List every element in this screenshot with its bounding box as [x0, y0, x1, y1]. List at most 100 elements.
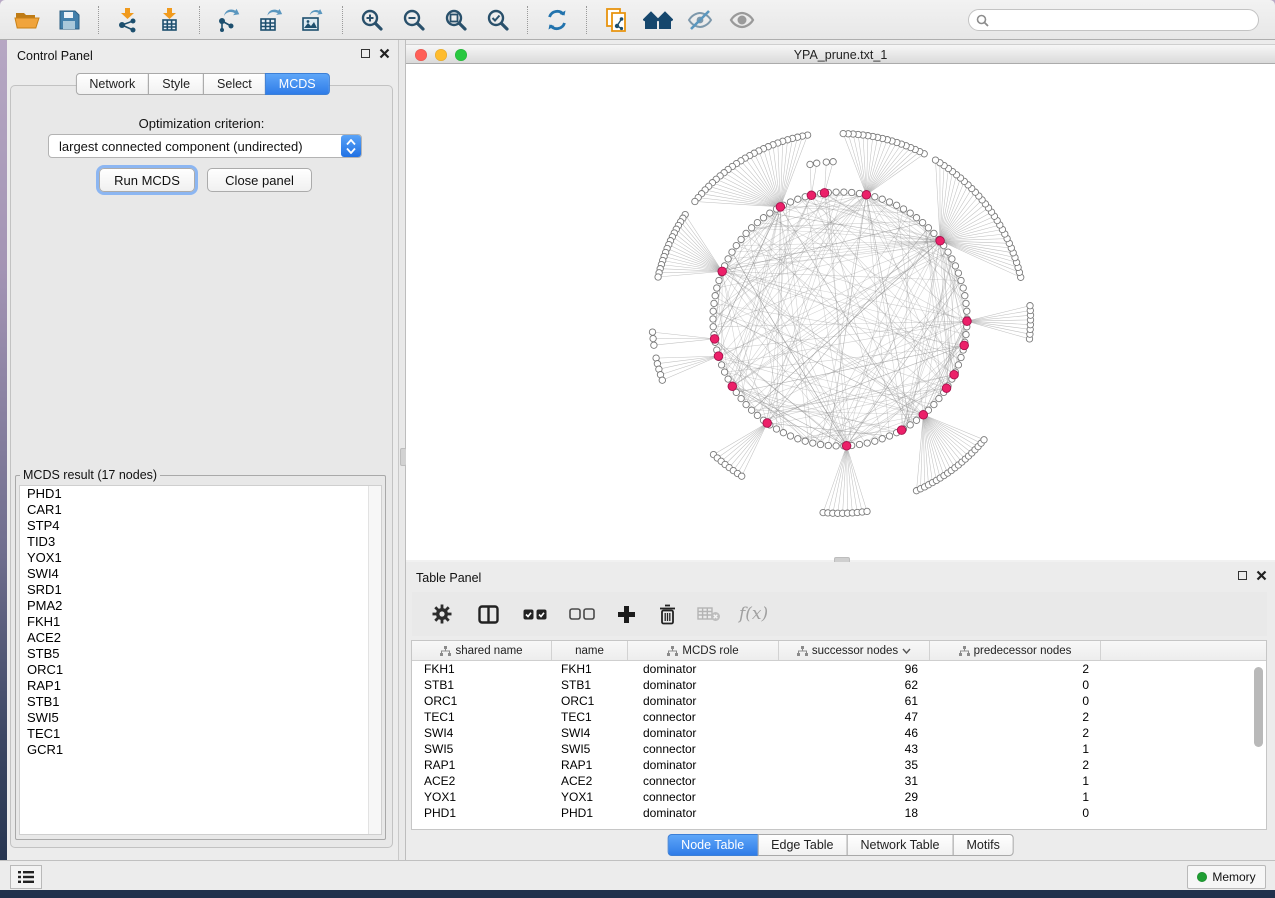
table-cell: 62: [779, 678, 930, 692]
first-neighbors-icon[interactable]: [641, 4, 675, 36]
table-row[interactable]: SWI5SWI5connector431: [412, 741, 1266, 757]
float-panel-icon[interactable]: [1238, 571, 1247, 580]
zoom-in-icon[interactable]: [355, 4, 389, 36]
table-settings-gear-icon[interactable]: [432, 602, 452, 626]
mcds-result-item[interactable]: RAP1: [20, 678, 381, 694]
table-scrollbar-thumb[interactable]: [1254, 667, 1263, 747]
mcds-result-item[interactable]: SRD1: [20, 582, 381, 598]
select-all-rows-icon[interactable]: [523, 602, 547, 626]
memory-button[interactable]: Memory: [1187, 865, 1266, 889]
table-row[interactable]: SWI4SWI4dominator462: [412, 725, 1266, 741]
hide-selected-icon[interactable]: [683, 4, 717, 36]
select-stepper-icon: [341, 135, 361, 157]
close-panel-button[interactable]: Close panel: [207, 168, 312, 192]
refresh-layout-icon[interactable]: [540, 4, 574, 36]
criterion-select[interactable]: largest connected component (undirected): [48, 134, 362, 158]
export-network-icon[interactable]: [212, 4, 246, 36]
mcds-result-item[interactable]: TEC1: [20, 726, 381, 742]
search-field[interactable]: [968, 9, 1259, 31]
export-image-icon[interactable]: [296, 4, 330, 36]
close-panel-icon[interactable]: [1256, 570, 1267, 581]
mcds-result-list[interactable]: PHD1CAR1STP4TID3YOX1SWI4SRD1PMA2FKH1ACE2…: [19, 485, 382, 835]
column-header-shared-name[interactable]: shared name: [412, 641, 552, 660]
mcds-result-item[interactable]: STP4: [20, 518, 381, 534]
mcds-result-item[interactable]: STB5: [20, 646, 381, 662]
mcds-result-item[interactable]: SWI4: [20, 566, 381, 582]
table-row[interactable]: ACE2ACE2connector311: [412, 773, 1266, 789]
mcds-result-item[interactable]: ORC1: [20, 662, 381, 678]
mcds-result-item[interactable]: STB1: [20, 694, 381, 710]
table-cell: YOX1: [412, 790, 552, 804]
table-cell: PHD1: [552, 806, 628, 820]
mcds-result-item[interactable]: ACE2: [20, 630, 381, 646]
control-panel-tabs: NetworkStyleSelectMCDS: [75, 73, 329, 95]
mcds-result-item[interactable]: SWI5: [20, 710, 381, 726]
table-cell: 61: [779, 694, 930, 708]
zoom-out-icon[interactable]: [397, 4, 431, 36]
column-header-MCDS-role[interactable]: MCDS role: [628, 641, 779, 660]
function-builder-icon[interactable]: f(x): [739, 602, 768, 626]
tab-network[interactable]: Network: [75, 73, 149, 95]
table-cell: 46: [779, 726, 930, 740]
add-column-icon[interactable]: [617, 602, 636, 626]
table-panel: Table Panel f(x) shared namenameMCDS: [406, 562, 1275, 860]
mcds-result-item[interactable]: GCR1: [20, 742, 381, 758]
delete-table-icon[interactable]: [697, 602, 721, 626]
table-cell: 2: [930, 726, 1101, 740]
list-scrollbar-track[interactable]: [368, 486, 381, 834]
network-window-titlebar[interactable]: YPA_prune.txt_1: [406, 44, 1275, 64]
vertical-splitter[interactable]: [398, 40, 406, 860]
import-table-icon[interactable]: [153, 4, 187, 36]
table-row[interactable]: RAP1RAP1dominator352: [412, 757, 1266, 773]
search-input[interactable]: [994, 12, 1238, 28]
run-mcds-button[interactable]: Run MCDS: [99, 168, 195, 192]
close-panel-icon[interactable]: [379, 48, 390, 59]
table-row[interactable]: PHD1PHD1dominator180: [412, 805, 1266, 821]
tab-motifs[interactable]: Motifs: [952, 834, 1013, 856]
tab-style[interactable]: Style: [148, 73, 204, 95]
save-session-icon[interactable]: [52, 4, 86, 36]
mcds-result-item[interactable]: PHD1: [20, 486, 381, 502]
table-row[interactable]: YOX1YOX1connector291: [412, 789, 1266, 805]
table-cell: connector: [628, 742, 779, 756]
table-cell: TEC1: [552, 710, 628, 724]
delete-column-trash-icon[interactable]: [658, 602, 677, 626]
mcds-result-item[interactable]: CAR1: [20, 502, 381, 518]
column-namespace-icon: [440, 646, 451, 656]
table-row[interactable]: TEC1TEC1connector472: [412, 709, 1266, 725]
table-cell: 1: [930, 742, 1101, 756]
split-panel-icon[interactable]: [478, 602, 499, 626]
clone-network-icon[interactable]: [599, 4, 633, 36]
mcds-result-item[interactable]: FKH1: [20, 614, 381, 630]
tab-node-table[interactable]: Node Table: [667, 834, 758, 856]
tab-mcds[interactable]: MCDS: [265, 73, 330, 95]
deselect-all-rows-icon[interactable]: [569, 602, 595, 626]
task-history-button[interactable]: [10, 865, 42, 889]
table-row[interactable]: FKH1FKH1dominator962: [412, 661, 1266, 677]
table-row[interactable]: ORC1ORC1dominator610: [412, 693, 1266, 709]
tab-edge-table[interactable]: Edge Table: [757, 834, 847, 856]
export-table-icon[interactable]: [254, 4, 288, 36]
mcds-result-item[interactable]: PMA2: [20, 598, 381, 614]
tab-network-table[interactable]: Network Table: [847, 834, 954, 856]
table-cell: 35: [779, 758, 930, 772]
mcds-result-item[interactable]: YOX1: [20, 550, 381, 566]
import-network-icon[interactable]: [111, 4, 145, 36]
tab-select[interactable]: Select: [203, 73, 266, 95]
zoom-selected-icon[interactable]: [481, 4, 515, 36]
network-view-canvas[interactable]: [406, 64, 1275, 560]
float-panel-icon[interactable]: [361, 49, 370, 58]
mcds-result-item[interactable]: TID3: [20, 534, 381, 550]
table-cell: 18: [779, 806, 930, 820]
column-header-predecessor-nodes[interactable]: predecessor nodes: [930, 641, 1101, 660]
column-header-successor-nodes[interactable]: successor nodes: [779, 641, 930, 660]
table-row[interactable]: STB1STB1dominator620: [412, 677, 1266, 693]
column-header-name[interactable]: name: [552, 641, 628, 660]
control-panel: Control Panel NetworkStyleSelectMCDS Opt…: [7, 40, 398, 860]
control-panel-titlebar: Control Panel: [7, 40, 398, 68]
zoom-fit-icon[interactable]: [439, 4, 473, 36]
optimization-criterion-label: Optimization criterion:: [11, 116, 392, 131]
open-file-icon[interactable]: [10, 4, 44, 36]
mcds-result-group: MCDS result (17 nodes) PHD1CAR1STP4TID3Y…: [15, 468, 386, 840]
show-all-icon[interactable]: [725, 4, 759, 36]
